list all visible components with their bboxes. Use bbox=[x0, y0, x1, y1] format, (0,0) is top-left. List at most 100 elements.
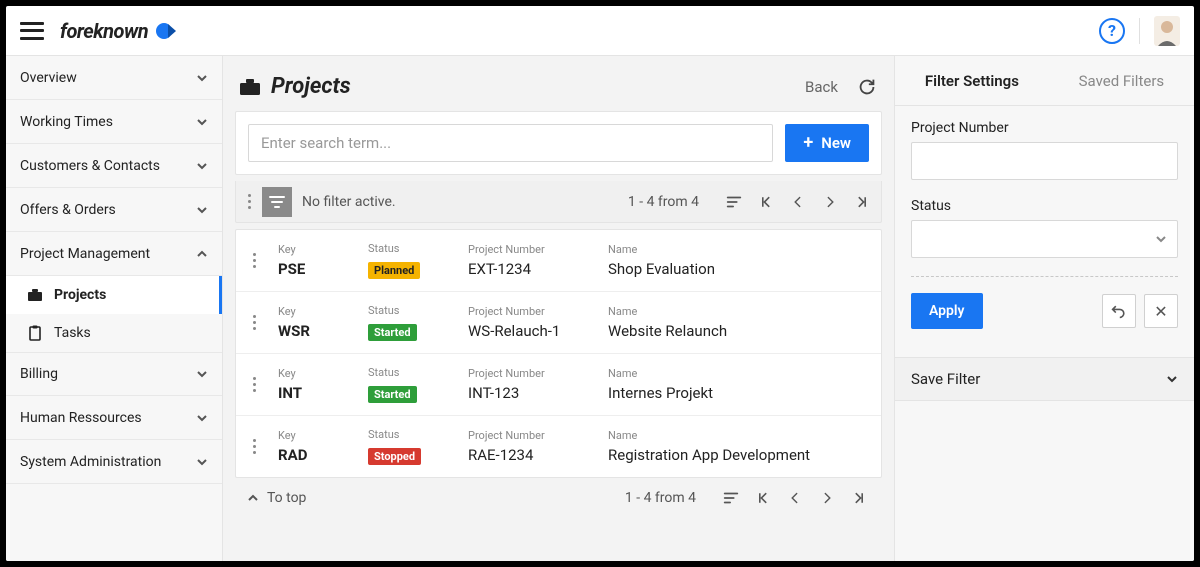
col-label: Key bbox=[278, 367, 368, 380]
tab-saved-filters[interactable]: Saved Filters bbox=[1079, 72, 1165, 90]
reload-icon[interactable] bbox=[856, 76, 878, 98]
new-button[interactable]: + New bbox=[785, 124, 869, 162]
reset-button[interactable] bbox=[1102, 294, 1136, 328]
sidebar-item-system-administration[interactable]: System Administration bbox=[6, 440, 222, 484]
close-icon: ✕ bbox=[1154, 302, 1167, 321]
page-first-icon[interactable] bbox=[752, 487, 774, 509]
help-icon[interactable]: ? bbox=[1099, 18, 1125, 44]
sidebar-item-label: Working Times bbox=[20, 114, 113, 130]
new-button-label: New bbox=[821, 134, 851, 152]
cell-project-number: RAE-1234 bbox=[468, 446, 608, 464]
cell-name: Shop Evaluation bbox=[608, 260, 873, 278]
brand-name: foreknown bbox=[60, 19, 148, 43]
sidebar-item-label: Project Management bbox=[20, 246, 150, 262]
drag-handle-icon[interactable] bbox=[244, 194, 254, 209]
cell-key: INT bbox=[278, 384, 368, 402]
page-prev-icon[interactable] bbox=[784, 487, 806, 509]
project-number-label: Project Number bbox=[911, 120, 1178, 136]
chevron-up-icon bbox=[196, 248, 208, 260]
user-avatar[interactable] bbox=[1154, 16, 1180, 46]
table-row[interactable]: KeyPSE StatusPlanned Project NumberEXT-1… bbox=[236, 230, 881, 292]
save-filter-toggle[interactable]: Save Filter bbox=[895, 357, 1194, 401]
col-label: Status bbox=[368, 428, 468, 441]
drag-handle-icon[interactable] bbox=[244, 377, 264, 392]
page-last-icon[interactable] bbox=[851, 191, 873, 213]
to-top-button[interactable]: To top bbox=[247, 490, 306, 506]
sidebar-item-label: Tasks bbox=[54, 325, 91, 341]
sort-icon[interactable] bbox=[720, 487, 742, 509]
sidebar-item-label: Customers & Contacts bbox=[20, 158, 160, 174]
sidebar-item-label: Human Ressources bbox=[20, 410, 142, 426]
col-label: Project Number bbox=[468, 367, 608, 380]
back-link[interactable]: Back bbox=[805, 78, 838, 96]
cell-key: RAD bbox=[278, 446, 368, 464]
sidebar-item-human-resources[interactable]: Human Ressources bbox=[6, 396, 222, 440]
page-title: Projects bbox=[239, 74, 351, 99]
pagination-range: 1 - 4 from 4 bbox=[628, 194, 699, 210]
cell-name: Website Relaunch bbox=[608, 322, 873, 340]
status-select[interactable] bbox=[911, 220, 1178, 258]
status-badge: Stopped bbox=[368, 448, 421, 465]
sidebar-item-projects[interactable]: Projects bbox=[6, 276, 222, 314]
col-label: Status bbox=[368, 304, 468, 317]
cell-key: PSE bbox=[278, 260, 368, 278]
brand-logo-icon bbox=[154, 18, 180, 44]
sidebar-item-label: Billing bbox=[20, 366, 58, 382]
search-input[interactable] bbox=[248, 124, 773, 162]
clear-button[interactable]: ✕ bbox=[1144, 294, 1178, 328]
sidebar-item-tasks[interactable]: Tasks bbox=[6, 314, 222, 352]
cell-project-number: INT-123 bbox=[468, 384, 608, 402]
drag-handle-icon[interactable] bbox=[244, 315, 264, 330]
col-label: Status bbox=[368, 366, 468, 379]
project-number-input[interactable] bbox=[911, 142, 1178, 180]
page-next-icon[interactable] bbox=[816, 487, 838, 509]
cell-key: WSR bbox=[278, 322, 368, 340]
chevron-down-icon bbox=[1155, 233, 1167, 245]
table-row[interactable]: KeyWSR StatusStarted Project NumberWS-Re… bbox=[236, 292, 881, 354]
sidebar-item-working-times[interactable]: Working Times bbox=[6, 100, 222, 144]
chevron-down-icon bbox=[196, 160, 208, 172]
sidebar-item-customers-contacts[interactable]: Customers & Contacts bbox=[6, 144, 222, 188]
col-label: Key bbox=[278, 429, 368, 442]
chevron-down-icon bbox=[196, 116, 208, 128]
sidebar-item-overview[interactable]: Overview bbox=[6, 56, 222, 100]
table-row[interactable]: KeyINT StatusStarted Project NumberINT-1… bbox=[236, 354, 881, 416]
sidebar-item-label: System Administration bbox=[20, 454, 161, 470]
cell-name: Internes Projekt bbox=[608, 384, 873, 402]
chevron-down-icon bbox=[196, 412, 208, 424]
sidebar: Overview Working Times Customers & Conta… bbox=[6, 56, 223, 561]
drag-handle-icon[interactable] bbox=[244, 439, 264, 454]
briefcase-icon bbox=[26, 286, 44, 304]
col-label: Name bbox=[608, 367, 873, 380]
filter-status-text: No filter active. bbox=[302, 194, 396, 210]
filter-actions: Apply ✕ bbox=[911, 293, 1178, 329]
tab-filter-settings[interactable]: Filter Settings bbox=[925, 72, 1019, 90]
sidebar-item-label: Offers & Orders bbox=[20, 202, 116, 218]
apply-button[interactable]: Apply bbox=[911, 293, 983, 329]
table-row[interactable]: Key RAD Status Stopped Project Number RAE-1… bbox=[236, 416, 881, 477]
filter-toggle-button[interactable] bbox=[262, 187, 292, 217]
sidebar-item-billing[interactable]: Billing bbox=[6, 352, 222, 396]
page-last-icon[interactable] bbox=[848, 487, 870, 509]
search-card: + New bbox=[235, 111, 882, 175]
filter-panel: Filter Settings Saved Filters Project Nu… bbox=[894, 56, 1194, 561]
page-next-icon[interactable] bbox=[819, 191, 841, 213]
chevron-down-icon bbox=[196, 456, 208, 468]
cell-name: Registration App Development bbox=[608, 446, 873, 464]
chevron-up-icon bbox=[247, 492, 259, 504]
drag-handle-icon[interactable] bbox=[244, 253, 264, 268]
page-prev-icon[interactable] bbox=[787, 191, 809, 213]
col-label: Key bbox=[278, 305, 368, 318]
col-label: Project Number bbox=[468, 429, 608, 442]
sidebar-item-project-management[interactable]: Project Management bbox=[6, 232, 222, 276]
page-first-icon[interactable] bbox=[755, 191, 777, 213]
sort-icon[interactable] bbox=[723, 191, 745, 213]
menu-icon[interactable] bbox=[20, 22, 44, 40]
save-filter-label: Save Filter bbox=[911, 370, 980, 388]
col-label: Status bbox=[368, 242, 468, 255]
chevron-down-icon bbox=[196, 72, 208, 84]
status-label: Status bbox=[911, 198, 1178, 214]
content-wrap: Projects Back + New bbox=[223, 56, 1194, 561]
sidebar-item-offers-orders[interactable]: Offers & Orders bbox=[6, 188, 222, 232]
undo-icon bbox=[1111, 303, 1127, 319]
